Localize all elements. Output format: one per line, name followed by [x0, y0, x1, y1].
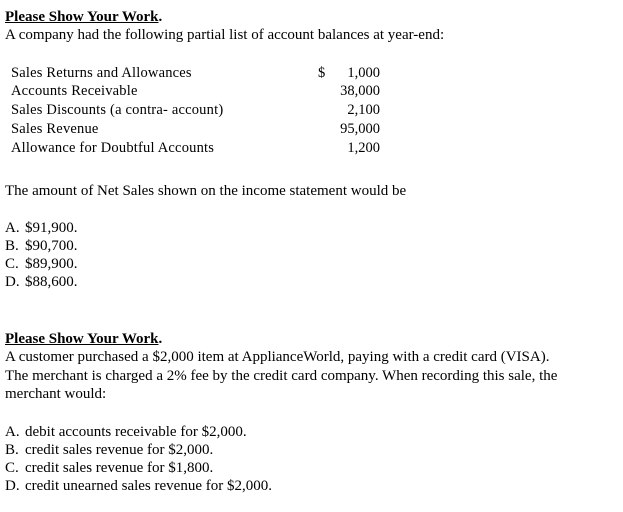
- account-value: 2,100: [347, 102, 380, 118]
- q2-line: merchant would:: [5, 386, 107, 402]
- account-label: Sales Discounts (a contra- account): [11, 102, 224, 118]
- q2-line: A customer purchased a $2,000 item at Ap…: [5, 349, 550, 365]
- account-label: Allowance for Doubtful Accounts: [11, 140, 215, 156]
- option-d[interactable]: D. $88,600.: [5, 273, 78, 291]
- account-value: 1,000: [347, 65, 380, 81]
- option-d[interactable]: D. credit unearned sales revenue for $2,0…: [5, 477, 272, 495]
- option-b[interactable]: B. $90,700.: [5, 237, 78, 255]
- account-value: 95,000: [340, 121, 380, 137]
- option-c[interactable]: C. credit sales revenue for $1,800.: [5, 459, 213, 477]
- q1-intro: A company had the following partial list…: [5, 27, 445, 43]
- q1-title: Please Show Your Work: [5, 9, 159, 25]
- q1-question: The amount of Net Sales shown on the inc…: [5, 183, 407, 199]
- q2-title: Please Show Your Work: [5, 331, 159, 347]
- account-value: 38,000: [340, 83, 380, 99]
- account-label: Sales Returns and Allowances: [11, 65, 192, 81]
- option-c[interactable]: C. $89,900.: [5, 255, 78, 273]
- q2-line: The merchant is charged a 2% fee by the …: [5, 368, 558, 384]
- option-a[interactable]: A. debit accounts receivable for $2,000.: [5, 423, 247, 441]
- option-a[interactable]: A. $91,900.: [5, 219, 78, 237]
- q2-heading: Please Show Your Work.: [5, 331, 163, 347]
- account-label: Accounts Receivable: [11, 83, 138, 99]
- q1-heading: Please Show Your Work.: [5, 9, 163, 25]
- account-label: Sales Revenue: [11, 121, 99, 137]
- account-value: 1,200: [347, 140, 380, 156]
- option-b[interactable]: B. credit sales revenue for $2,000.: [5, 441, 213, 459]
